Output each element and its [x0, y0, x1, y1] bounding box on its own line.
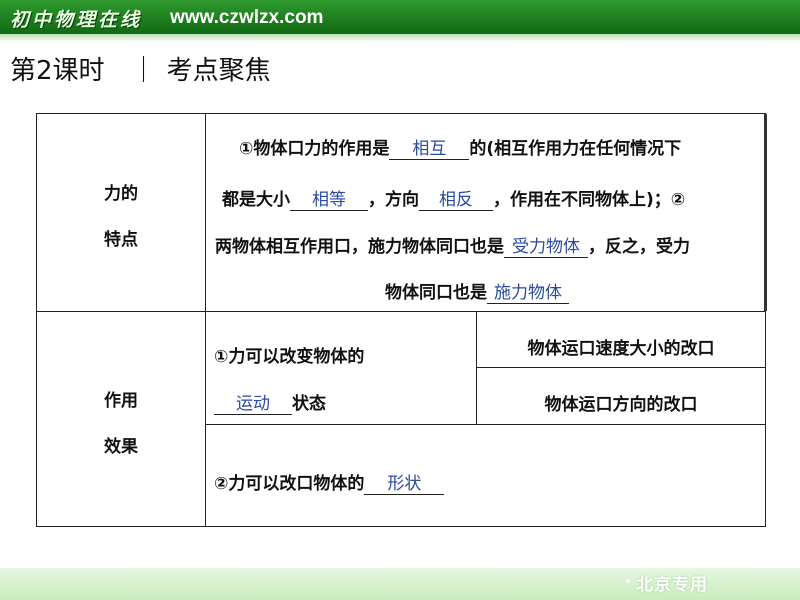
effect-motion-line-1: ①力可以改变物体的	[214, 347, 365, 367]
row-label-effects: 作用 效果	[104, 391, 138, 457]
characteristics-line-2: 都是大小 相等 ，方向 相反 ，作用在不同物体上)；②	[222, 185, 685, 211]
page-heading: 第2课时 ｜ 考点聚焦	[10, 50, 271, 86]
answer-blank-3: 相反	[419, 185, 493, 211]
characteristics-line-4: 物体同口也是 施力物体	[385, 278, 569, 304]
table-divider-effect-right	[476, 367, 766, 368]
top-banner: 初中物理在线 www.czwlzx.com	[0, 0, 800, 34]
effect-shape-line: ②力可以改口物体的 形状	[214, 469, 445, 495]
heading-separator: ｜	[130, 55, 157, 86]
edition-note: 北京专用	[636, 575, 708, 595]
effect-direction-change: 物体运口方向的改口	[544, 395, 698, 415]
banner-fade	[0, 34, 800, 42]
answer-blank-1: 相互	[389, 134, 470, 160]
site-url[interactable]: www.czwlzx.com	[170, 7, 323, 29]
table-divider-row	[37, 311, 766, 312]
row-label-characteristics: 力的 特点	[104, 184, 138, 250]
table-divider-label	[205, 114, 206, 527]
effect-speed-change: 物体运口速度大小的改口	[527, 339, 715, 359]
table-divider-shape	[205, 424, 766, 425]
answer-blank-4: 受力物体	[504, 232, 588, 258]
concept-table: 力的 特点 ①物体口力的作用是 相互 的(相互作用力在任何情况下 都是大小 相等 ，方向…	[36, 113, 767, 527]
answer-blank-7: 形状	[364, 469, 445, 495]
lesson-number: 第2课时	[10, 55, 105, 86]
effect-motion-line-2: 运动 状态	[214, 389, 326, 415]
characteristics-line-1: ①物体口力的作用是 相互 的(相互作用力在任何情况下	[239, 134, 681, 160]
answer-blank-2: 相等	[290, 185, 368, 211]
answer-blank-5: 施力物体	[487, 278, 569, 304]
bullet-dot	[626, 579, 630, 583]
characteristics-line-3: 两物体相互作用口，施力物体同口也是 受力物体 ，反之，受力	[215, 232, 690, 258]
answer-blank-6: 运动	[214, 389, 292, 415]
site-logo: 初中物理在线	[10, 9, 143, 31]
page-title: 考点聚焦	[166, 55, 271, 86]
table-right-shadow	[764, 114, 767, 311]
